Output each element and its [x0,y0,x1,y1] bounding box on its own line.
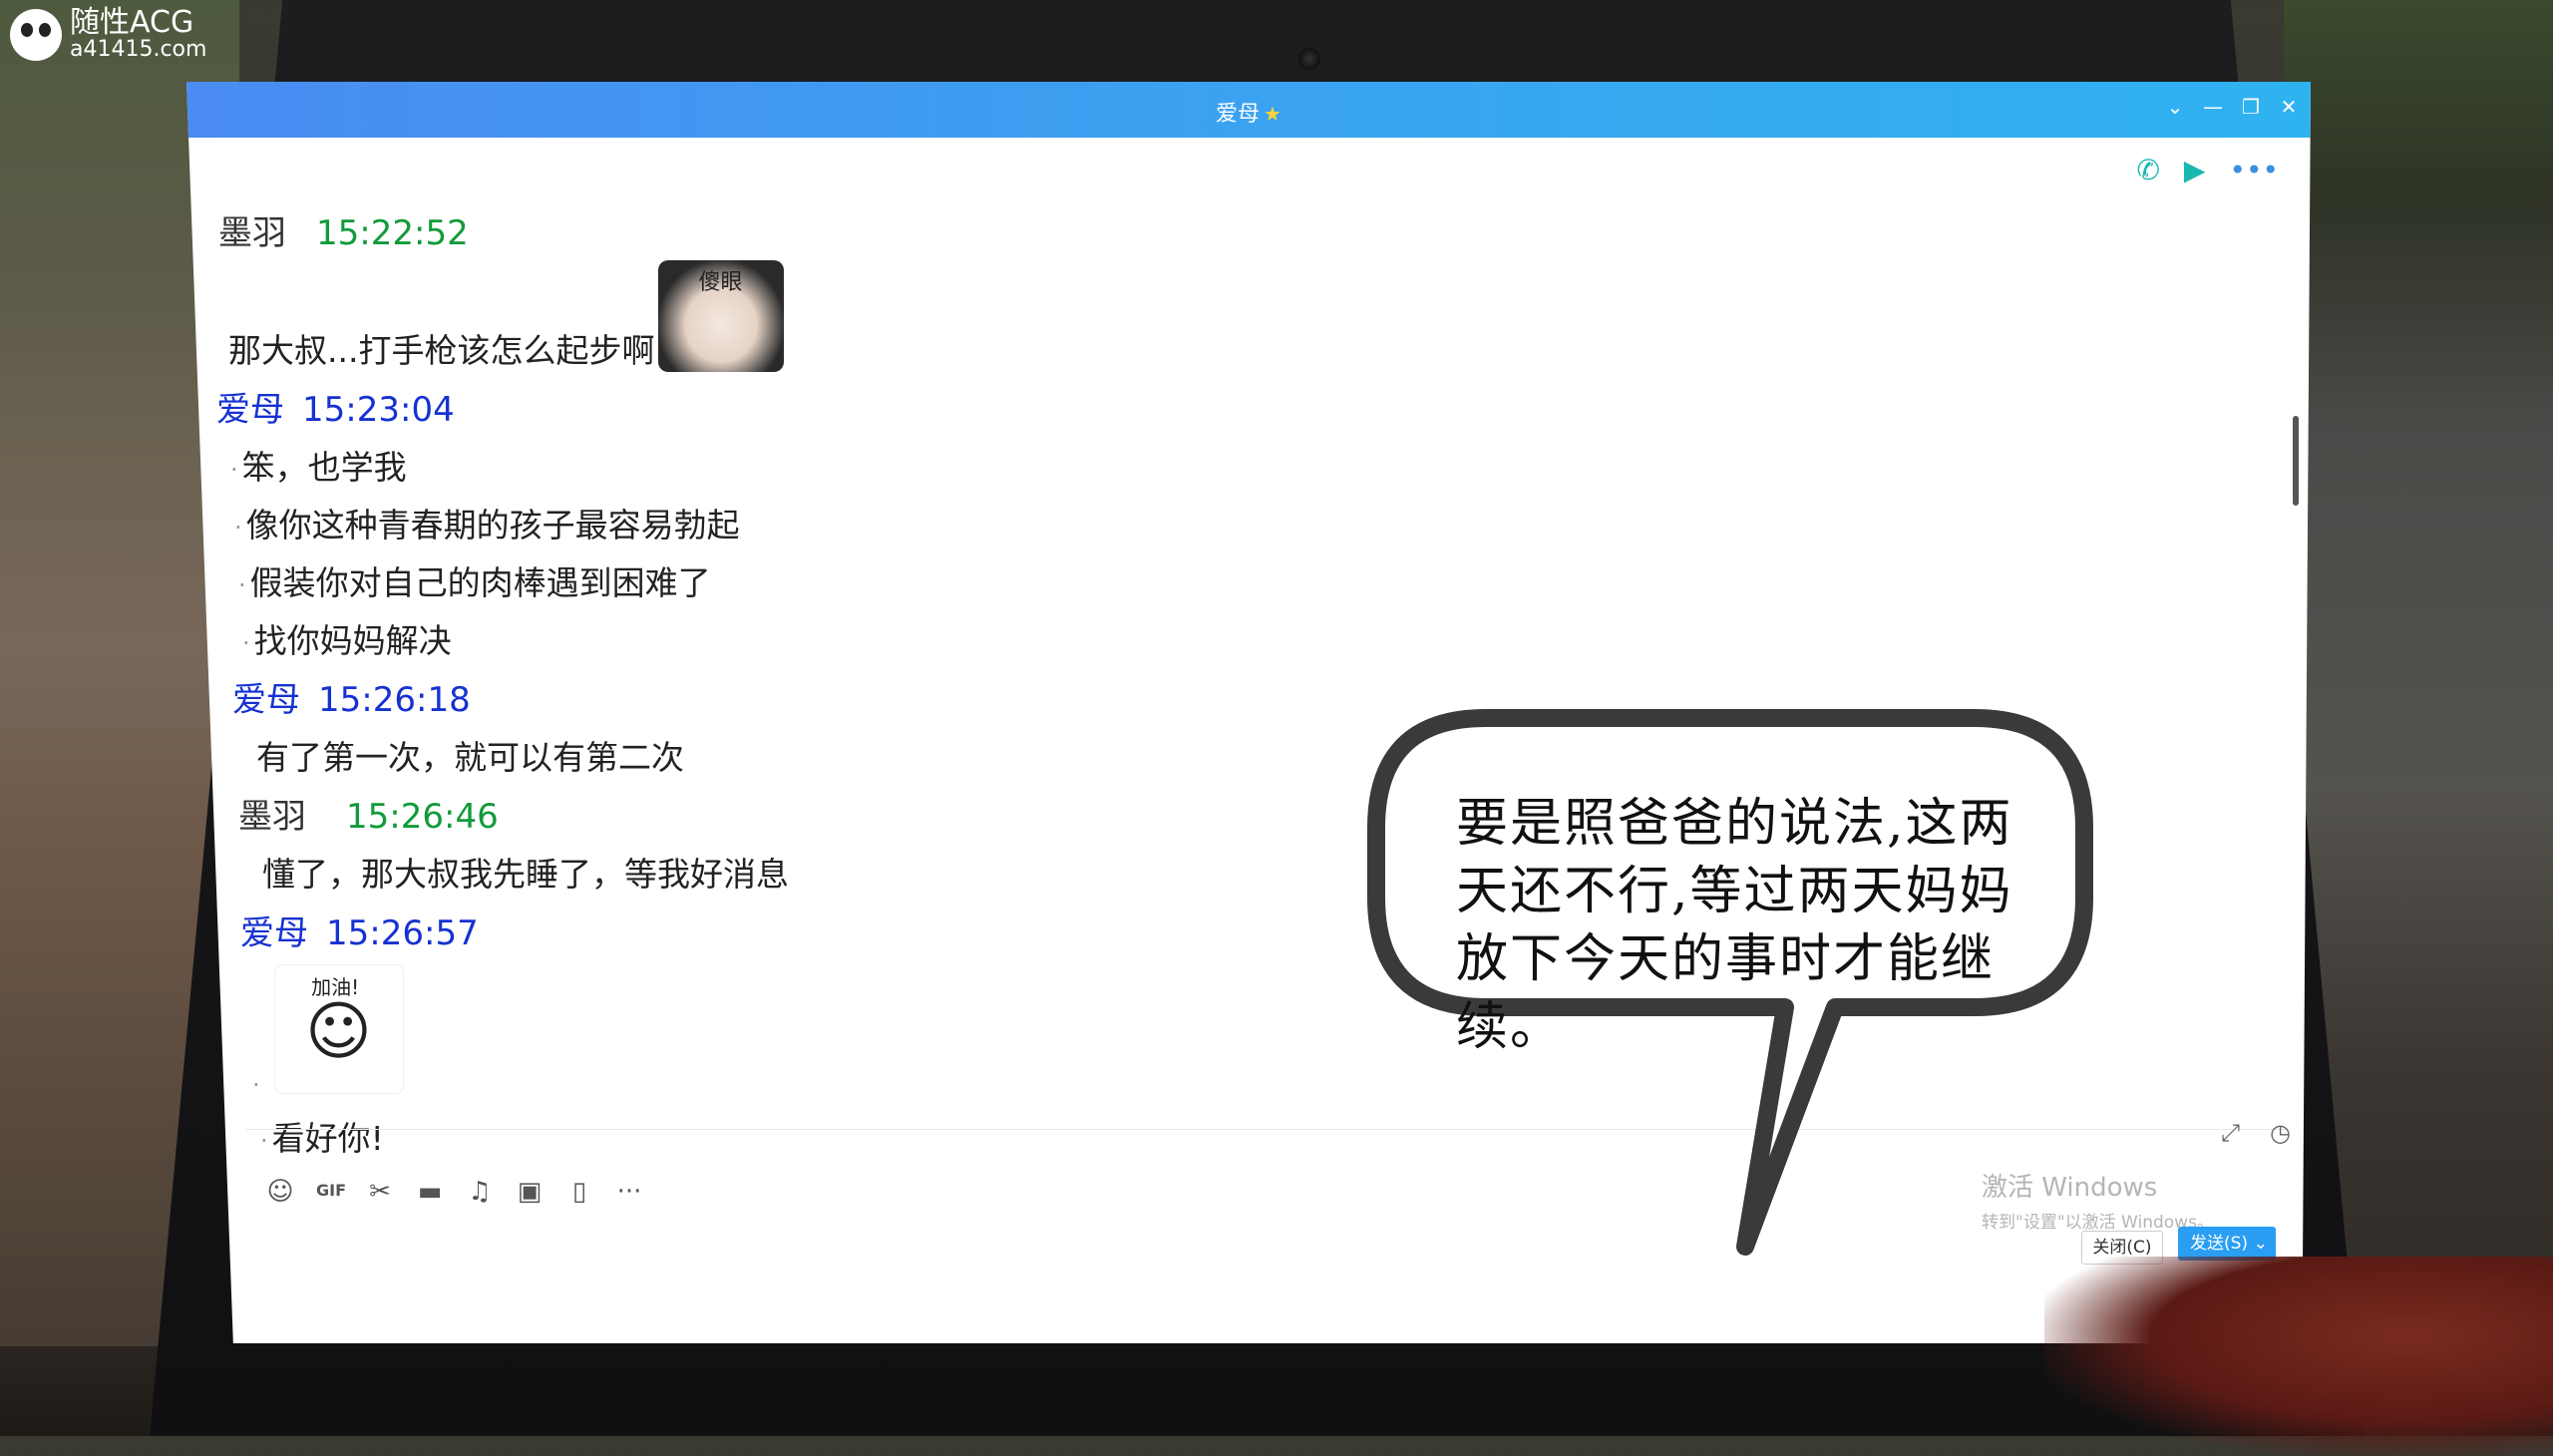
webcam [1298,48,1320,70]
message-header: 墨羽 15:26:46 [238,789,1513,838]
music-icon[interactable]: ♫ [466,1177,494,1207]
gif-icon[interactable]: GIF [316,1177,346,1207]
scrollbar[interactable] [2293,416,2299,506]
star-icon: ★ [1264,102,1281,126]
watermark-url: a41415.com [70,37,207,62]
chevron-down-icon: ⌄ [2253,1234,2268,1254]
scissors-icon[interactable]: ✂ [366,1177,394,1207]
dropdown-icon[interactable]: ⌄ [2165,94,2185,120]
sender-name: 墨羽 [218,213,286,253]
message-line: 假装你对自己的肉棒遇到困难了 [238,556,1513,604]
sender-name: 墨羽 [238,797,306,837]
message-time: 15:26:18 [318,680,471,720]
history-icon[interactable]: ◷ [2270,1119,2291,1147]
shake-icon[interactable]: ▯ [565,1177,593,1207]
call-toolbar: ✆ ▶ ••• [2136,154,2279,186]
sender-name: 爱母 [240,913,308,953]
send-button[interactable]: 发送(S) ⌄ [2178,1227,2276,1261]
expand-icon[interactable]: ⤢ [2221,1119,2240,1147]
input-toolbar: ☺ GIF ✂ ▬ ♫ ▣ ▯ ··· [266,1177,643,1207]
maximize-button[interactable]: ❐ [2241,94,2261,120]
sender-name: 爱母 [232,680,300,720]
message-line: 像你这种青春期的孩子最容易勃起 [234,499,1513,546]
message-time: 15:22:52 [316,213,469,253]
folder-icon[interactable]: ▬ [416,1177,444,1207]
sticker-image: 加油! ☺ [274,964,405,1094]
more-icon[interactable]: ··· [615,1177,643,1207]
hand [2044,1257,2553,1456]
sender-name: 爱母 [216,390,284,430]
message-list: 墨羽 15:22:52 那大叔...打手枪该怎么起步啊 傻眼 爱母 15:23:0… [216,199,1513,1170]
video-icon[interactable]: ▶ [2184,154,2206,186]
message-line: 笨，也学我 [230,441,1513,489]
message-header: 爱母 15:23:04 [216,382,1513,431]
chat-titlebar: 爱母 ★ ⌄ — ❐ ✕ [186,82,2311,138]
message-header: 爱母 15:26:57 [240,906,1513,954]
more-icon[interactable]: ••• [2229,154,2279,186]
message-header: 墨羽 15:22:52 [218,205,1513,254]
image-icon[interactable]: ▣ [516,1177,544,1207]
minimize-button[interactable]: — [2203,94,2223,120]
watermark-title: 随性ACG [70,5,194,40]
panda-logo-icon [10,9,62,61]
message-line: 看好你! [260,1112,1513,1160]
window-controls: ⌄ — ❐ ✕ [2165,94,2299,120]
chat-title: 爱母 ★ [186,96,2311,128]
message-time: 15:26:46 [346,797,499,837]
emoji-icon[interactable]: ☺ [266,1177,294,1207]
phone-icon[interactable]: ✆ [2136,154,2159,186]
close-button[interactable]: ✕ [2279,94,2299,120]
cheer-figure-icon: ☺ [305,995,372,1069]
sticker-image: 傻眼 [658,260,785,372]
speech-bubble-text: 要是照爸爸的说法,这两天还不行,等过两天妈妈放下今天的事时才能继续。 [1456,794,2013,1057]
message-line: 加油! ☺ [252,964,1513,1102]
input-right-tools: ⤢ ◷ [2221,1119,2291,1147]
message-header: 爱母 15:26:18 [232,672,1513,721]
message-time: 15:23:04 [302,390,455,430]
site-watermark: 随性ACG a41415.com [10,8,206,62]
message-line: 懂了，那大叔我先睡了，等我好消息 [262,855,789,894]
message-line: 有了第一次，就可以有第二次 [256,738,684,777]
message-line: 那大叔...打手枪该怎么起步啊 傻眼 [228,260,1513,372]
contact-name: 爱母 [1216,102,1261,127]
message-line: 找你妈妈解决 [242,614,1513,662]
message-time: 15:26:57 [326,913,479,953]
